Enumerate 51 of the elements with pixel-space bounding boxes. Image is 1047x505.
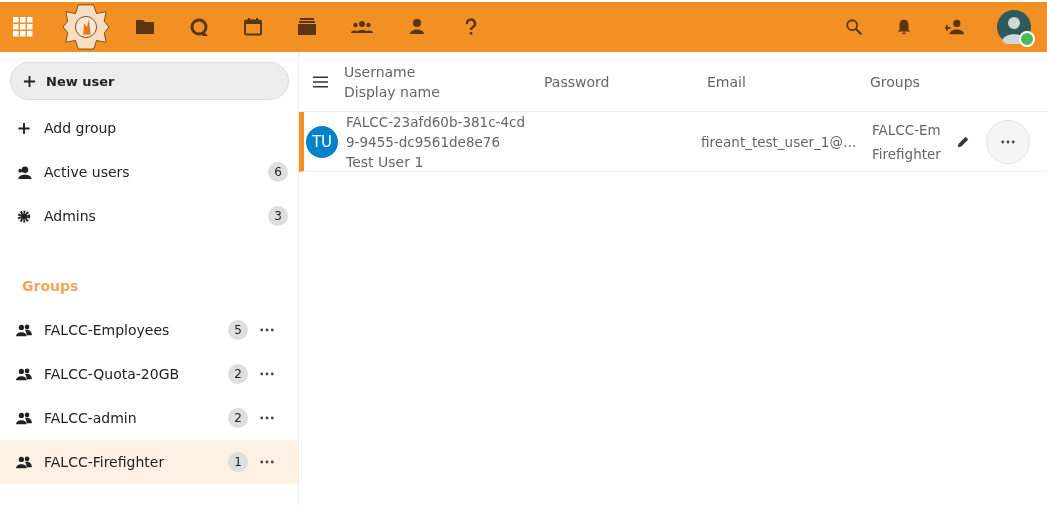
user-row[interactable]: TU FALCC-23afd60b-381c-4cd9-9455-dc9561de8e76 Test User 1 fireant_test_user_1@… FALCC-Em Firefighter <box>299 112 1047 172</box>
person-icon <box>16 164 32 180</box>
group-item[interactable]: FALCC-Employees 5 <box>0 308 298 352</box>
online-status-dot <box>1019 31 1035 47</box>
more-icon[interactable] <box>260 328 274 332</box>
group-item[interactable]: FALCC-Firefighter 1 <box>0 440 298 484</box>
more-icon[interactable] <box>260 372 274 376</box>
column-header: Username <box>344 62 417 82</box>
count-badge: 2 <box>228 408 248 428</box>
column-header: Display name <box>344 82 441 102</box>
new-user-button[interactable]: New user <box>10 62 289 100</box>
navigation-item[interactable]: Active users 6 <box>0 150 298 194</box>
table-cell-text: Firefighter <box>872 144 942 164</box>
count-badge: 2 <box>228 364 248 384</box>
menu-icon[interactable] <box>313 75 328 88</box>
more-icon[interactable] <box>260 460 274 464</box>
card-stack-icon[interactable] <box>297 17 317 37</box>
navigation-item[interactable]: Admins 3 <box>0 194 298 238</box>
table-cell-text: FALCC-Em <box>872 120 942 140</box>
person-icon[interactable] <box>407 17 427 37</box>
more-icon[interactable] <box>260 416 274 420</box>
plus-icon <box>23 74 36 88</box>
navigation-item[interactable]: Add group <box>0 106 298 150</box>
more-icon <box>1001 139 1015 144</box>
group-item[interactable]: FALCC-Quota-20GB 2 <box>0 352 298 396</box>
gear-icon <box>16 208 32 224</box>
group-icon <box>16 367 32 381</box>
bell-icon[interactable] <box>895 18 913 36</box>
column-header: Password <box>544 72 611 92</box>
group-icon <box>16 323 32 337</box>
section-heading: Groups <box>21 277 80 296</box>
calendar-icon[interactable] <box>243 17 263 37</box>
chat-bubble-icon[interactable] <box>189 17 209 37</box>
count-badge: 1 <box>228 452 248 472</box>
group-icon <box>16 455 32 469</box>
search-icon[interactable] <box>845 18 863 36</box>
group-icon <box>16 411 32 425</box>
column-header: Email <box>707 72 747 92</box>
table-cell-text: FALCC-23afd60b-381c-4cd9-9455-dc9561de8e76 <box>346 112 527 152</box>
group-item[interactable]: FALCC-admin 2 <box>0 396 298 440</box>
plus-icon <box>16 121 32 135</box>
folder-icon[interactable] <box>135 17 155 37</box>
count-badge: 5 <box>228 320 248 340</box>
avatar: TU <box>306 125 338 158</box>
logo[interactable] <box>61 3 111 51</box>
count-badge: 3 <box>268 206 288 226</box>
table-cell-text: fireant_test_user_1@… <box>701 132 858 152</box>
table-cell-text: Test User 1 <box>346 152 425 172</box>
count-badge: 6 <box>268 162 288 182</box>
column-header: Groups <box>870 72 921 92</box>
pencil-icon[interactable] <box>956 134 970 149</box>
